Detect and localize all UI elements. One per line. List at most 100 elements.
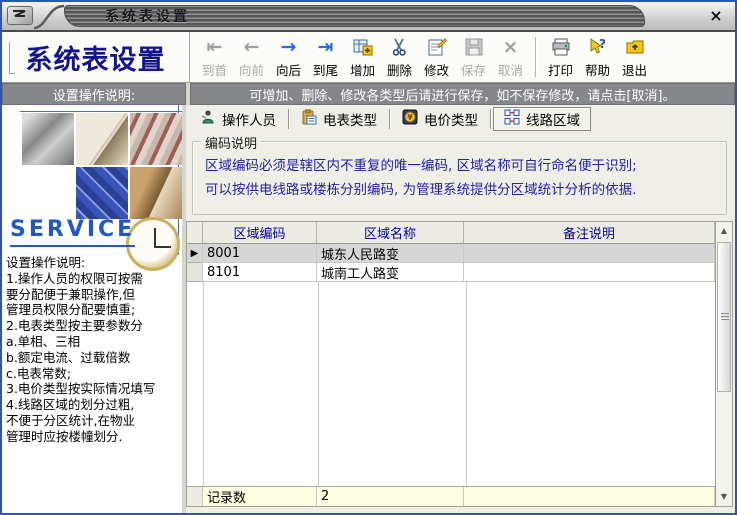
instruction-line: b.额定电流、过载倍数 xyxy=(6,350,182,366)
collage-pen-photo xyxy=(76,113,128,165)
cell-note[interactable] xyxy=(464,244,715,263)
sidebar-caption-bar: 设置操作说明: xyxy=(2,83,186,105)
instruction-line: 2.电表类型按主要参数分 xyxy=(6,318,182,334)
cell-area-code[interactable]: 8001 xyxy=(203,244,317,263)
toolbar-separator xyxy=(535,37,536,77)
content: SERVICE 设置操作说明: 1.操作人员的权限可按需 要分配便于兼职操作,但… xyxy=(2,105,735,513)
edit-icon xyxy=(427,35,447,59)
hint-bar: 可增加、删除、修改各类型后请进行保存，如不保存修改，请点击[取消]。 xyxy=(190,83,735,105)
toolbar-button-label: 向后 xyxy=(276,60,301,79)
tab-price-type[interactable]: ¥ 电价类型 xyxy=(392,107,488,131)
toolbar-button-label: 删除 xyxy=(387,60,412,79)
right-panel: 操作人员 电表类型 xyxy=(186,105,735,513)
add-icon xyxy=(353,35,373,59)
row-indicator xyxy=(187,263,203,282)
tab-meter-type[interactable]: 电表类型 xyxy=(291,107,387,131)
note-line: 区域编码必须是辖区内不重复的唯一编码, 区域名称可自行命名便于识别; xyxy=(205,154,716,178)
scroll-down-arrow-icon[interactable]: ▼ xyxy=(716,489,732,505)
page-title: 系统表设置 xyxy=(26,38,166,77)
scrollbar-thumb[interactable] xyxy=(717,242,731,392)
toolbar-button-last[interactable]: ⇥ 到尾 xyxy=(307,34,344,80)
save-icon xyxy=(464,35,484,59)
grid-line xyxy=(203,282,204,486)
instructions-text: 设置操作说明: 1.操作人员的权限可按需 要分配便于兼职操作,但 管理员权限分配… xyxy=(6,255,182,445)
table-row[interactable]: ▶ 8001 城东人民路变 xyxy=(187,244,715,263)
area-table-main: 区域编码 区域名称 备注说明 ▶ 8001 城东人民路变 8101 城南工人路变 xyxy=(187,222,715,506)
instruction-line: 1.操作人员的权限可按需 xyxy=(6,271,182,287)
instruction-line: 4.线路区域的划分过粗, xyxy=(6,397,182,413)
instruction-line: a.单相、三相 xyxy=(6,334,182,350)
scrollbar-grip-icon xyxy=(721,313,729,321)
toolbar: ⇤ 到首 ← 向前 → 向后 ⇥ 到尾 xyxy=(190,32,735,82)
column-header-area-name[interactable]: 区域名称 xyxy=(317,222,464,244)
cancel-icon: × xyxy=(503,35,519,59)
vertical-scrollbar[interactable]: ▲ ▼ xyxy=(715,222,732,506)
groupbox-legend: 编码说明 xyxy=(201,133,261,152)
code-description-groupbox: 编码说明 区域编码必须是辖区内不重复的唯一编码, 区域名称可自行命名便于识别; … xyxy=(192,141,727,215)
record-count-value: 2 xyxy=(317,487,464,506)
toolbar-button-save: 保存 xyxy=(455,34,492,80)
toolbar-button-label: 到尾 xyxy=(313,60,338,79)
grid-line xyxy=(318,282,319,486)
collage-tools-photo xyxy=(22,113,74,165)
toolbar-button-label: 打印 xyxy=(548,60,573,79)
toolbar-button-cancel: × 取消 xyxy=(492,34,529,80)
toolbar-button-print[interactable]: 打印 xyxy=(542,34,579,80)
cell-note[interactable] xyxy=(464,263,715,282)
price-type-icon: ¥ xyxy=(402,109,418,129)
footer-empty-cell xyxy=(464,487,715,506)
line-area-icon xyxy=(504,109,520,129)
service-text: SERVICE xyxy=(10,217,135,247)
prev-icon: ← xyxy=(244,35,260,59)
print-icon xyxy=(551,35,571,59)
cell-area-code[interactable]: 8101 xyxy=(203,263,317,282)
decor-line xyxy=(20,111,183,112)
exit-icon xyxy=(625,35,645,59)
first-icon: ⇤ xyxy=(207,35,223,59)
bottom-strip xyxy=(186,507,735,512)
cell-area-name[interactable]: 城东人民路变 xyxy=(317,244,464,263)
column-header-area-code[interactable]: 区域编码 xyxy=(203,222,317,244)
scroll-up-arrow-icon[interactable]: ▲ xyxy=(716,223,732,239)
caption-bars: 设置操作说明: 可增加、删除、修改各类型后请进行保存，如不保存修改，请点击[取消… xyxy=(2,83,735,105)
table-row[interactable]: 8101 城南工人路变 xyxy=(187,263,715,282)
instruction-line: c.电表常数; xyxy=(6,366,182,382)
toolbar-button-label: 保存 xyxy=(461,60,486,79)
titlebar: 系统表设置 × xyxy=(2,2,735,32)
toolbar-button-help[interactable]: ? 帮助 xyxy=(579,34,616,80)
close-button[interactable]: × xyxy=(707,7,725,25)
footer-indicator xyxy=(187,487,203,506)
toolbar-button-label: 修改 xyxy=(424,60,449,79)
instruction-line: 管理员权限分配要慎重; xyxy=(6,302,182,318)
app-logo-icon xyxy=(7,6,33,25)
record-count-label: 记录数 xyxy=(203,487,317,506)
meter-type-icon xyxy=(301,109,317,129)
toolbar-button-label: 取消 xyxy=(498,60,523,79)
cell-area-name[interactable]: 城南工人路变 xyxy=(317,263,464,282)
toolbar-button-exit[interactable]: 退出 xyxy=(616,34,653,80)
left-panel: SERVICE 设置操作说明: 1.操作人员的权限可按需 要分配便于兼职操作,但… xyxy=(2,105,186,513)
toolbar-button-next[interactable]: → 向后 xyxy=(270,34,307,80)
row-indicator-header xyxy=(187,222,203,244)
last-icon: ⇥ xyxy=(318,35,334,59)
note-line: 可以按供电线路或楼栋分别编码, 为管理系统提供分区域统计分析的依据. xyxy=(205,178,716,202)
system-table-settings-window: 系统表设置 × 系统表设置 ⇤ 到首 ← 向前 → 向后 ⇥ 到尾 xyxy=(0,0,737,515)
toolbar-button-label: 帮助 xyxy=(585,60,610,79)
tab-separator xyxy=(288,109,289,129)
instruction-line: 要分配便于兼职操作,但 xyxy=(6,287,182,303)
toolbar-button-add[interactable]: 增加 xyxy=(344,34,381,80)
delete-icon xyxy=(390,35,410,59)
collage-keyboard-photo xyxy=(76,167,128,219)
toolbar-button-delete[interactable]: 删除 xyxy=(381,34,418,80)
grid-line xyxy=(466,282,467,486)
column-header-note[interactable]: 备注说明 xyxy=(464,222,715,244)
tab-operators[interactable]: 操作人员 xyxy=(190,107,286,131)
toolbar-button-prev: ← 向前 xyxy=(233,34,270,80)
tab-separator xyxy=(490,109,491,129)
instruction-line: 设置操作说明: xyxy=(6,255,182,271)
toolbar-button-label: 到首 xyxy=(202,60,227,79)
operator-icon xyxy=(200,109,216,129)
tab-line-area[interactable]: 线路区域 xyxy=(493,107,591,131)
toolbar-button-edit[interactable]: 修改 xyxy=(418,34,455,80)
svg-text:?: ? xyxy=(599,37,606,51)
